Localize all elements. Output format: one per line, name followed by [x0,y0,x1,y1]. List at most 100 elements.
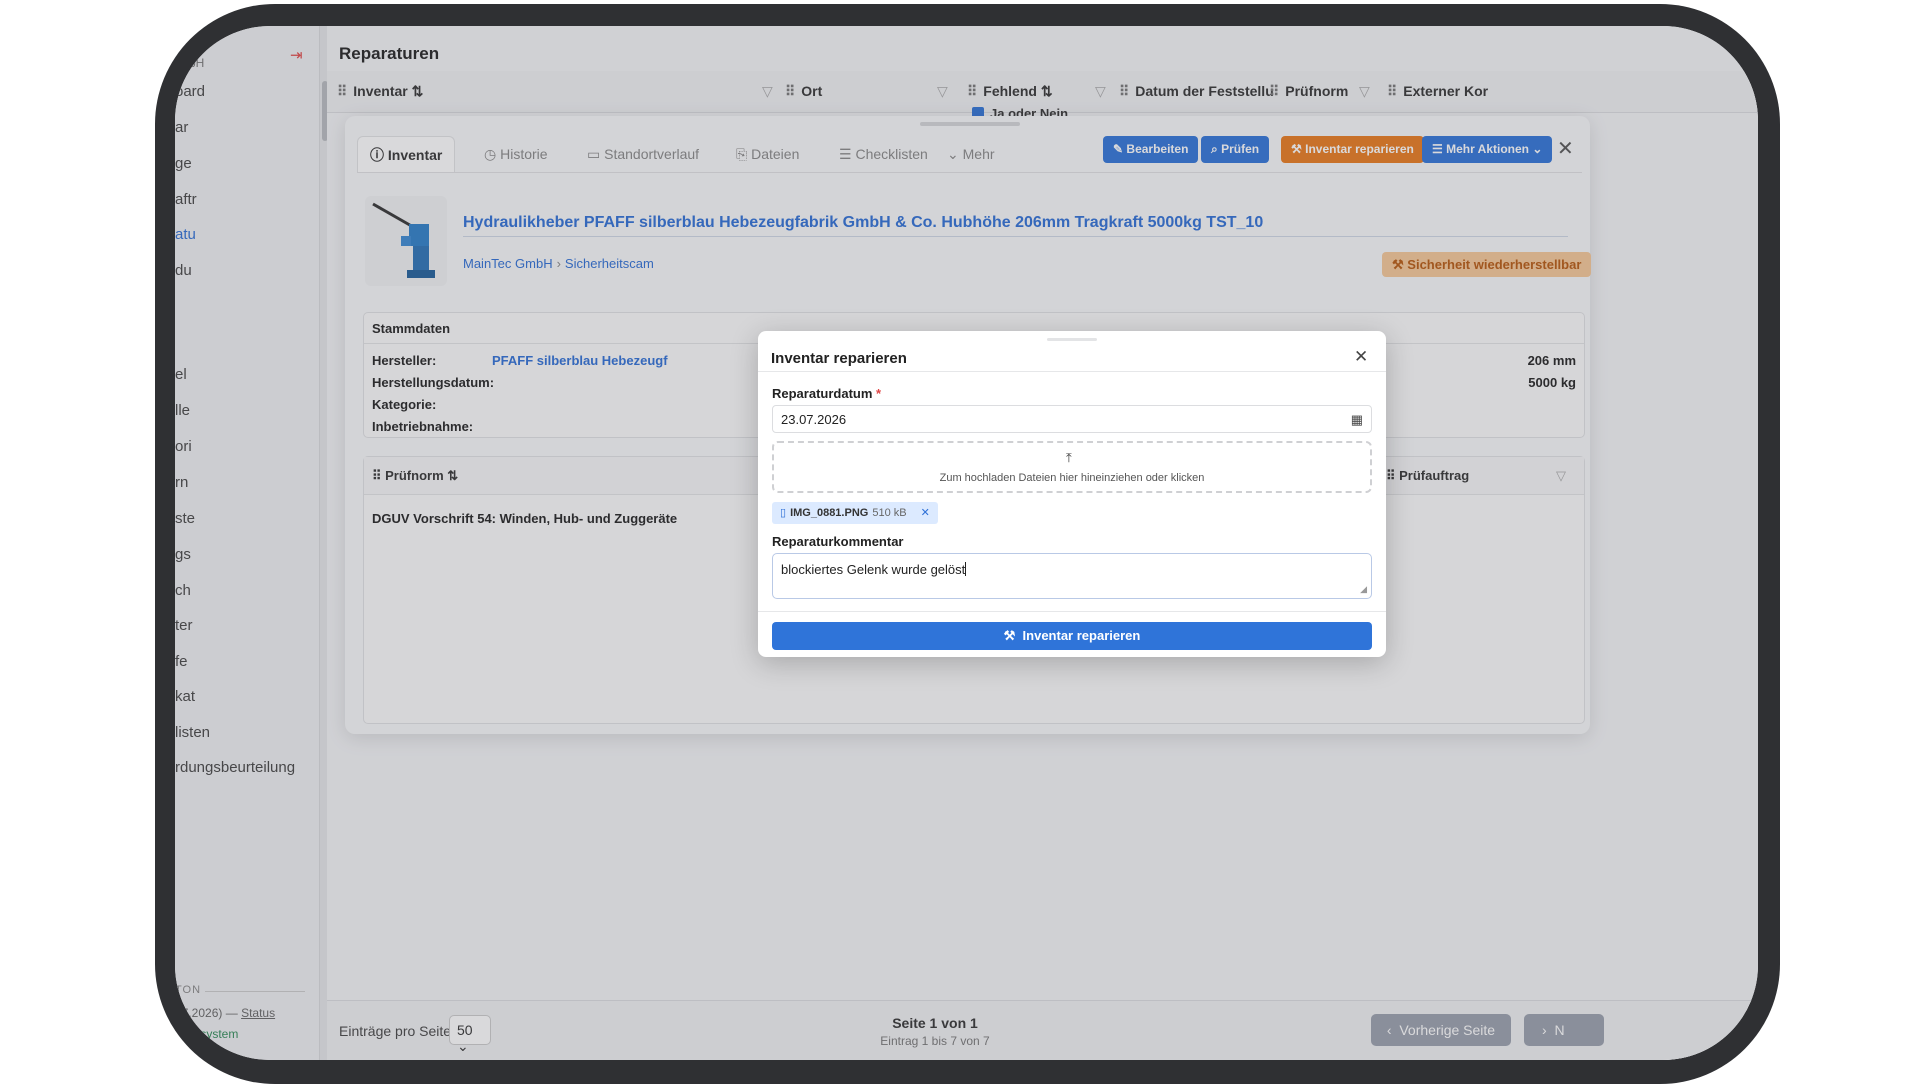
sidebar-divider [205,991,305,992]
tab-standortverlauf[interactable]: ▭ Standortverlauf [575,136,711,172]
entries-per-page-select[interactable]: 50 ⌄ [449,1015,491,1054]
status-badge: ⚒ Sicherheit wiederherstellbar [1382,252,1592,277]
sidebar-section-label: TON [175,984,202,996]
card-heading: Stammdaten [372,321,451,336]
file-name: IMG_0881.PNG [790,507,869,519]
col-pruefauftrag[interactable]: ⠿ Prüfauftrag [1386,468,1469,484]
title-underline [463,236,1568,237]
col-ort[interactable]: ⠿ Ort ▽ [785,83,948,100]
brand-suffix: mbH [179,56,205,70]
resize-handle-icon[interactable]: ◢ [1360,584,1367,595]
prev-page-button[interactable]: ‹ Vorherige Seite [1371,1014,1511,1046]
tablet-screen: mer mbH ⇥ oard ar ge aftr atu du el lle … [175,26,1758,1060]
col-pruefnorm[interactable]: ⠿ Prüfnorm ▽ [1269,83,1370,100]
sidebar-item-dashboard[interactable]: oard [175,83,205,100]
tab-divider [357,172,1582,173]
wrench-icon: ⚒ [1291,142,1302,156]
tab-mehr[interactable]: ⌄ Mehr [935,136,1007,172]
tab-checklisten[interactable]: ☰ Checklisten [827,136,940,172]
footer-system: tionssystem [175,1027,239,1041]
logout-icon[interactable]: ⇥ [290,46,303,64]
file-size: 510 kB [872,507,907,519]
footer-date: 07.2026) — [175,1006,238,1020]
sidebar-item[interactable]: ar [175,119,188,136]
drawer-handle[interactable] [920,122,1020,126]
field-value: 206 mm [1527,353,1576,368]
repair-inventory-button[interactable]: ⚒ Inventar reparieren [1281,136,1424,163]
sidebar-item[interactable]: du [175,262,192,279]
chevron-down-icon: ⌄ [457,1038,469,1054]
sidebar-item[interactable]: el [175,366,187,383]
status-link[interactable]: Status [241,1006,275,1020]
chevron-right-icon: › [1542,1022,1547,1038]
tab-historie[interactable]: ◷ Historie [472,136,560,172]
submit-repair-button[interactable]: ⚒ Inventar reparieren [772,622,1372,650]
file-chip: ▯ IMG_0881.PNG 510 kB ✕ [772,502,938,524]
col-extern[interactable]: ⠿ Externer Kor [1387,83,1488,100]
brand: mer mbH [179,44,204,70]
sidebar-item[interactable]: rdungsbeurteilung [175,759,295,776]
col-inventar[interactable]: ⠿ Inventar ⇅ ▽ [337,83,773,100]
next-page-button[interactable]: › N [1524,1014,1604,1046]
modal-divider [758,611,1386,612]
sidebar-item[interactable]: gs [175,546,191,563]
sidebar-item[interactable]: ge [175,155,192,172]
page-title: Reparaturen [339,44,440,63]
table-row[interactable]: DGUV Vorschrift 54: Winden, Hub- und Zug… [372,511,677,526]
close-icon[interactable]: ✕ [1354,347,1368,367]
field-value: 5000 kg [1528,375,1576,390]
file-icon: ▯ [780,507,787,519]
field-label: Herstellungsdatum: [372,375,495,390]
sidebar-item[interactable]: ste [175,510,195,527]
file-dropzone[interactable]: ⤒ Zum hochladen Dateien hier hineinziehe… [772,441,1372,493]
breadcrumb-item[interactable]: Sicherheitscam [565,256,654,271]
tab-dateien[interactable]: ⎘ Dateien [724,136,811,172]
repair-comment-textarea[interactable]: blockiertes Gelenk wurde gelöst ◢ [772,553,1372,599]
sidebar-item[interactable]: ch [175,582,191,599]
product-title[interactable]: Hydraulikheber PFAFF silberblau Hebezeug… [463,214,1263,232]
comment-label: Reparaturkommentar [772,534,904,549]
col-fehlend[interactable]: ⠿ Fehlend ⇅ ▽ [967,83,1106,100]
close-icon[interactable]: ✕ [1557,136,1574,161]
sidebar-item[interactable]: listen [175,724,210,741]
edit-icon: ✎ [1113,142,1124,156]
edit-button[interactable]: ✎ Bearbeiten [1103,136,1199,163]
sidebar-item[interactable]: rn [175,474,188,491]
wrench-icon: ⚒ [1392,257,1404,272]
sidebar: mer mbH ⇥ oard ar ge aftr atu du el lle … [175,26,320,1060]
sidebar-item[interactable]: ori [175,438,192,455]
tab-inventar[interactable]: ⓘ Inventar [357,136,456,172]
field-label: Hersteller: [372,353,437,368]
sidebar-item[interactable]: ter [175,617,193,634]
sidebar-item[interactable]: lle [175,402,190,419]
page-info: Seite 1 von 1 [892,1015,978,1031]
modal-handle [1047,338,1097,341]
search-icon: ⌕ [1211,142,1218,156]
more-actions-button[interactable]: ☰ Mehr Aktionen ⌄ [1422,136,1553,163]
sidebar-item[interactable]: kat [175,688,195,705]
breadcrumb: MainTec GmbH › Sicherheitscam [463,256,654,271]
wrench-icon: ⚒ [1003,628,1016,643]
chevron-left-icon: ‹ [1386,1022,1392,1038]
sidebar-item-active[interactable]: atu [175,226,196,243]
col-pruefnorm[interactable]: ⠿ Prüfnorm ⇅ [372,468,458,484]
check-button[interactable]: ⌕ Prüfen [1201,136,1270,163]
filter-icon[interactable]: ▽ [1556,468,1566,484]
dropzone-text: Zum hochladen Dateien hier hineinziehen … [939,472,1205,484]
repair-modal: Inventar reparieren ✕ Reparaturdatum * 2… [758,331,1386,657]
breadcrumb-item[interactable]: MainTec GmbH [463,256,553,271]
sidebar-footer: 07.2026) — Status [175,1006,275,1020]
sidebar-item[interactable]: aftr [175,191,197,208]
menu-icon: ☰ [1432,142,1443,156]
field-label: Kategorie: [372,397,437,412]
calendar-icon[interactable]: ▦ [1351,412,1363,428]
modal-divider [758,371,1386,372]
col-datum[interactable]: ⠿ Datum der Feststellu [1119,83,1274,100]
manufacturer-link[interactable]: PFAFF silberblau Hebezeugf [492,353,668,368]
field-label: Inbetriebnahme: [372,419,474,434]
repair-date-input[interactable]: 23.07.2026 ▦ [772,405,1372,433]
entry-info: Eintrag 1 bis 7 von 7 [880,1034,990,1048]
remove-file-icon[interactable]: ✕ [921,507,930,519]
entries-per-page-label: Einträge pro Seite: [339,1023,455,1039]
sidebar-item[interactable]: fe [175,653,188,670]
